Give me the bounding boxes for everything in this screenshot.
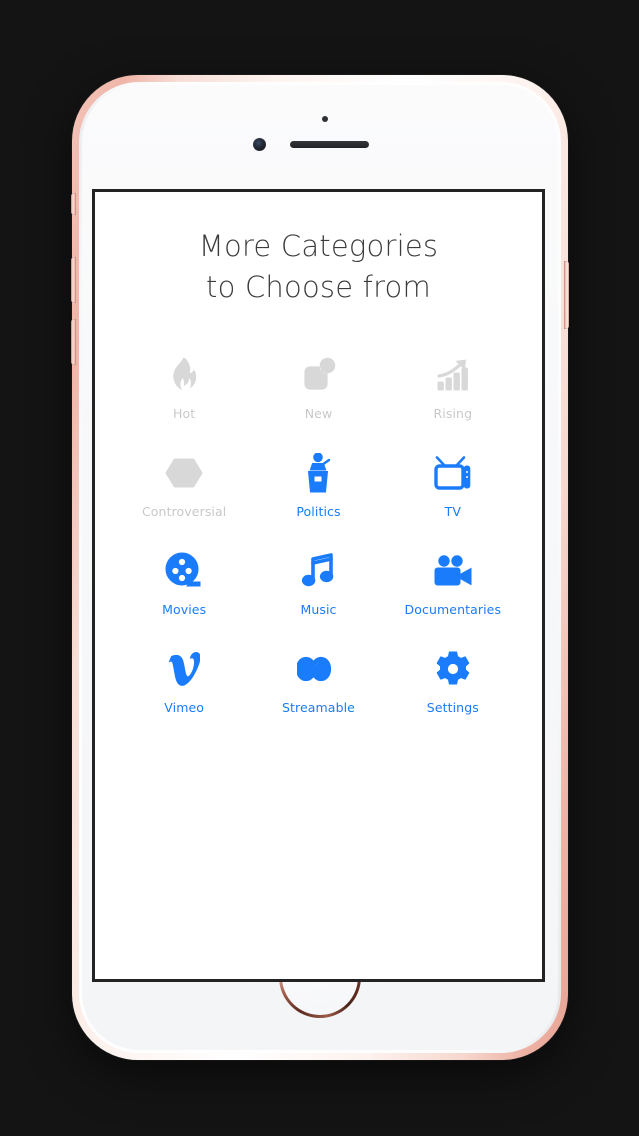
phone-screen: More Categories to Choose from Hot New R…	[92, 189, 545, 982]
hexagon-s-icon	[162, 451, 206, 495]
category-label: Movies	[162, 602, 207, 618]
power-button[interactable]	[564, 261, 569, 329]
category-tile-rising[interactable]: Rising	[386, 353, 520, 421]
category-label: Streamable	[281, 700, 355, 716]
category-tile-tv[interactable]: TV	[386, 451, 520, 519]
category-label: Hot	[173, 406, 196, 422]
television-icon	[431, 451, 475, 495]
movie-camera-icon	[431, 549, 475, 593]
category-tile-controversial[interactable]: Controversial	[117, 451, 251, 519]
podium-speaker-icon	[296, 451, 340, 495]
category-tile-documentaries[interactable]: Documentaries	[386, 549, 520, 617]
app-view: More Categories to Choose from Hot New R…	[95, 192, 542, 979]
category-label: New	[304, 406, 333, 422]
category-tile-settings[interactable]: Settings	[386, 647, 520, 715]
category-grid: Hot New Rising Controversial Politics TV…	[95, 307, 542, 715]
category-label: Controversial	[141, 504, 227, 520]
film-reel-icon	[162, 549, 206, 593]
flame-icon	[162, 353, 206, 397]
category-tile-hot[interactable]: Hot	[117, 353, 251, 421]
vimeo-icon	[162, 647, 206, 691]
trending-up-icon	[431, 353, 475, 397]
proximity-sensor-icon	[322, 116, 328, 122]
earpiece-speaker-icon	[290, 141, 369, 148]
category-label: Vimeo	[164, 700, 205, 716]
category-label: Music	[300, 602, 337, 618]
category-label: Politics	[296, 504, 341, 520]
category-tile-streamable[interactable]: Streamable	[251, 647, 385, 715]
category-tile-music[interactable]: Music	[251, 549, 385, 617]
category-tile-vimeo[interactable]: Vimeo	[117, 647, 251, 715]
category-label: TV	[444, 504, 462, 520]
silent-switch-button[interactable]	[71, 193, 76, 215]
category-label: Settings	[426, 700, 479, 716]
category-tile-new[interactable]: New	[251, 353, 385, 421]
volume-up-button[interactable]	[71, 257, 76, 303]
category-tile-movies[interactable]: Movies	[117, 549, 251, 617]
category-tile-politics[interactable]: Politics	[251, 451, 385, 519]
volume-down-button[interactable]	[71, 319, 76, 365]
category-label: Rising	[433, 406, 473, 422]
front-camera-icon	[253, 138, 266, 151]
page-title: More Categories to Choose from	[198, 229, 439, 304]
new-badge-icon	[296, 353, 340, 397]
music-note-icon	[296, 549, 340, 593]
category-label: Documentaries	[404, 602, 502, 618]
gear-icon	[431, 647, 475, 691]
streamable-icon	[296, 647, 340, 691]
